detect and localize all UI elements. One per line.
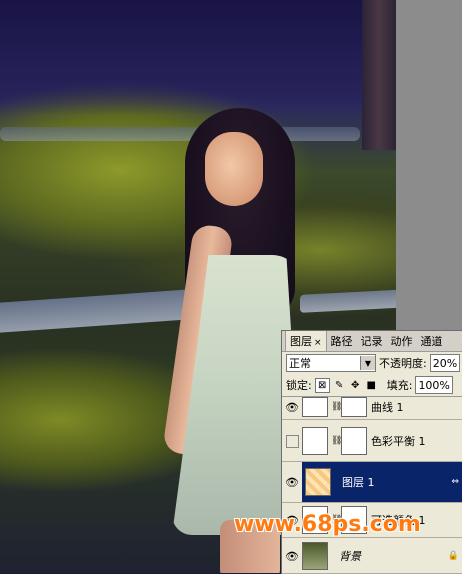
- eye-icon[interactable]: 👁: [282, 539, 302, 573]
- tab-layers[interactable]: 图层 ×: [285, 331, 327, 351]
- fill-input[interactable]: 100%: [415, 376, 453, 394]
- lock-brush-icon[interactable]: ✎: [333, 379, 346, 392]
- layer-mask-thumbnail: [341, 427, 367, 455]
- dropdown-arrow-icon[interactable]: ▼: [360, 356, 375, 370]
- blend-opacity-row: 正常 ▼ 不透明度: 20%: [282, 352, 462, 374]
- tab-label: 图层: [290, 335, 312, 348]
- canvas-gray-margin: [396, 0, 462, 330]
- layer-name: 图层 1: [342, 476, 375, 489]
- layer-row-background[interactable]: 👁 背景 🔒: [282, 539, 462, 574]
- hidden-box-icon: [285, 434, 299, 448]
- stone-path-back: [0, 127, 360, 141]
- dark-sky-area: [0, 0, 400, 115]
- tab-label: 记录: [360, 335, 383, 348]
- blend-mode-value: 正常: [289, 357, 311, 370]
- layer-row-layer1[interactable]: 👁 图层 1 ⇔: [282, 462, 462, 503]
- layer-thumbnail: [305, 468, 331, 496]
- layer-name: 背景: [339, 550, 361, 563]
- tab-label: 动作: [390, 335, 413, 348]
- tree-trunk: [362, 0, 396, 150]
- layer-thumbnail: [302, 542, 328, 570]
- stone-path-right: [300, 289, 410, 313]
- layer-row-color-balance[interactable]: ⛓ 色彩平衡 1: [282, 421, 462, 462]
- layer-row-curves[interactable]: 👁 ⛓ 曲线 1: [282, 395, 462, 420]
- close-icon[interactable]: ×: [314, 338, 322, 348]
- girl-face: [205, 132, 263, 206]
- tab-label: 路径: [330, 335, 353, 348]
- blend-mode-select[interactable]: 正常 ▼: [286, 354, 376, 372]
- tab-label: 通道: [420, 335, 443, 348]
- lock-transparent-icon[interactable]: ⊠: [314, 377, 330, 393]
- layers-panel: 图层 × 路径 记录 动作 通道 正常 ▼ 不透明度: 20% 锁定: ⊠ ✎ ✥…: [281, 330, 462, 574]
- chain-icon[interactable]: ⛓: [331, 402, 342, 412]
- layer-link-icon: ⇔: [451, 477, 459, 487]
- chain-icon[interactable]: ⛓: [331, 436, 342, 446]
- lock-all-icon[interactable]: ■: [365, 379, 378, 392]
- fill-label: 填充:: [386, 379, 413, 392]
- layer-thumbnail: [302, 427, 328, 455]
- watermark-text: www.68ps.com: [234, 512, 421, 537]
- layer-name: 色彩平衡 1: [371, 435, 426, 448]
- tab-actions[interactable]: 动作: [387, 331, 417, 351]
- lock-move-icon[interactable]: ✥: [349, 379, 362, 392]
- visibility-toggle[interactable]: [282, 421, 302, 461]
- tab-history[interactable]: 记录: [357, 331, 387, 351]
- tab-channels[interactable]: 通道: [417, 331, 447, 351]
- layer-name: 曲线 1: [371, 401, 404, 414]
- lock-label: 锁定:: [286, 379, 312, 392]
- lock-all-icon: 🔒: [447, 551, 459, 561]
- eye-icon[interactable]: 👁: [282, 462, 302, 502]
- layer-mask-thumbnail: [341, 397, 367, 417]
- opacity-label: 不透明度:: [379, 357, 427, 370]
- panel-tabs: 图层 × 路径 记录 动作 通道: [282, 331, 462, 352]
- layer-thumbnail: [302, 397, 328, 417]
- stone-path-left: [0, 288, 200, 334]
- tab-paths[interactable]: 路径: [327, 331, 357, 351]
- lock-fill-row: 锁定: ⊠ ✎ ✥ ■ 填充: 100%: [282, 374, 462, 397]
- eye-icon[interactable]: 👁: [282, 395, 302, 419]
- opacity-input[interactable]: 20%: [429, 354, 461, 372]
